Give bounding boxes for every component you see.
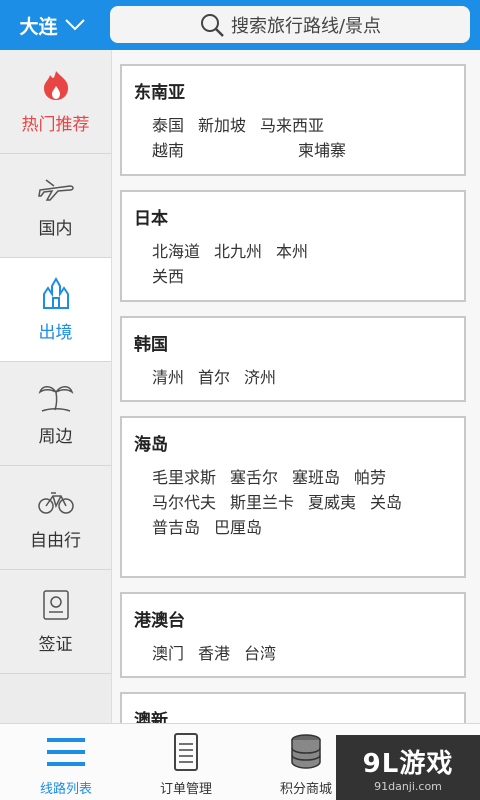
- watermark-site: 91danji.com: [374, 779, 442, 793]
- place-link[interactable]: 越南: [152, 140, 184, 161]
- top-bar: 大连 搜索旅行路线/景点: [0, 0, 480, 50]
- place-link[interactable]: 帕劳: [354, 467, 386, 488]
- place-link[interactable]: 关西: [152, 266, 184, 287]
- city-name: 大连: [19, 15, 58, 38]
- tab-route-list[interactable]: 线路列表: [6, 732, 126, 797]
- search-bar[interactable]: 搜索旅行路线/景点: [110, 6, 470, 43]
- place-list: 毛里求斯 塞舌尔 塞班岛 帕劳 马尔代夫 斯里兰卡 夏威夷 关岛 普吉岛 巴厘岛: [134, 467, 434, 538]
- place-list: 澳门 香港 台湾: [134, 643, 434, 664]
- section-card[interactable]: 日本 北海道 北九州 本州 关西: [120, 190, 466, 302]
- sidebar-filler: [0, 674, 111, 723]
- place-list: 泰国 新加坡 马来西亚 越南 柬埔寨: [134, 115, 434, 161]
- order-icon: [174, 733, 198, 771]
- sidebar-item-outbound[interactable]: 出境: [0, 258, 111, 362]
- place-list: 清州 首尔 济州: [134, 367, 434, 388]
- sidebar-item-label: 签证: [38, 635, 73, 655]
- bicycle-icon: [37, 492, 74, 514]
- place-link[interactable]: 巴厘岛: [214, 517, 262, 538]
- tab-label: 积分商城: [279, 782, 332, 797]
- coins-icon: [291, 734, 321, 769]
- sidebar-item-hot[interactable]: 热门推荐: [0, 50, 111, 154]
- sidebar-item-label: 自由行: [30, 531, 81, 551]
- category-sidebar: 热门推荐 国内 出境 周边 自由行 签证: [0, 50, 112, 723]
- place-list: 北海道 北九州 本州 关西: [134, 241, 434, 287]
- section-card[interactable]: 澳新: [120, 692, 466, 723]
- place-link[interactable]: 斯里兰卡: [230, 492, 294, 513]
- section-card[interactable]: 港澳台 澳门 香港 台湾: [120, 592, 466, 678]
- place-link[interactable]: 首尔: [198, 367, 230, 388]
- place-link[interactable]: 香港: [198, 643, 230, 664]
- place-link[interactable]: 本州: [276, 241, 308, 262]
- tab-label: 线路列表: [39, 782, 92, 797]
- sidebar-item-label: 出境: [38, 323, 73, 343]
- sidebar-item-label: 周边: [38, 427, 73, 447]
- section-title: 东南亚: [134, 83, 185, 103]
- list-icon: [47, 738, 85, 766]
- place-link[interactable]: 台湾: [244, 643, 276, 664]
- section-card[interactable]: 韩国 清州 首尔 济州: [120, 316, 466, 402]
- palm-tree-icon: [38, 386, 73, 412]
- city-selector[interactable]: 大连: [0, 0, 105, 50]
- search-placeholder: 搜索旅行路线/景点: [230, 15, 382, 37]
- place-link[interactable]: 清州: [152, 367, 184, 388]
- place-link[interactable]: 马尔代夫: [152, 492, 216, 513]
- place-link[interactable]: 济州: [244, 367, 276, 388]
- airplane-icon: [37, 179, 74, 201]
- search-icon: [200, 13, 224, 37]
- watermark-title: 9L游戏: [362, 748, 454, 779]
- place-link[interactable]: 毛里求斯: [152, 467, 216, 488]
- destination-list: 东南亚 泰国 新加坡 马来西亚 越南 柬埔寨 日本 北海道 北九州 本州 关西 …: [112, 50, 480, 723]
- place-link[interactable]: 普吉岛: [152, 517, 200, 538]
- section-title: 海岛: [134, 435, 168, 455]
- tab-label: 订单管理: [159, 782, 212, 797]
- sidebar-item-label: 热门推荐: [21, 115, 90, 135]
- passport-icon: [42, 590, 69, 620]
- place-link[interactable]: 柬埔寨: [298, 140, 346, 161]
- place-link[interactable]: 新加坡: [198, 115, 246, 136]
- place-link[interactable]: 塞班岛: [292, 467, 340, 488]
- sidebar-item-label: 国内: [38, 219, 73, 239]
- tab-orders[interactable]: 订单管理: [126, 732, 246, 797]
- section-card[interactable]: 东南亚 泰国 新加坡 马来西亚 越南 柬埔寨: [120, 64, 466, 176]
- section-card[interactable]: 海岛 毛里求斯 塞舌尔 塞班岛 帕劳 马尔代夫 斯里兰卡 夏威夷 关岛 普吉岛 …: [120, 416, 466, 578]
- sidebar-item-visa[interactable]: 签证: [0, 570, 111, 674]
- section-title: 港澳台: [134, 611, 185, 631]
- sidebar-item-free-travel[interactable]: 自由行: [0, 466, 111, 570]
- place-link[interactable]: 北海道: [152, 241, 200, 262]
- place-link[interactable]: 马来西亚: [260, 115, 324, 136]
- place-link[interactable]: 夏威夷: [308, 492, 356, 513]
- flame-icon: [43, 71, 68, 100]
- place-link[interactable]: 塞舌尔: [230, 467, 278, 488]
- castle-icon: [42, 276, 69, 309]
- section-title: 澳新: [134, 711, 168, 723]
- section-title: 韩国: [134, 335, 168, 355]
- chevron-down-icon: [64, 19, 85, 31]
- place-link[interactable]: 关岛: [370, 492, 402, 513]
- sidebar-item-domestic[interactable]: 国内: [0, 154, 111, 258]
- watermark-logo: 9L游戏 91danji.com: [336, 735, 480, 800]
- place-link[interactable]: 泰国: [152, 115, 184, 136]
- place-link[interactable]: 澳门: [152, 643, 184, 664]
- section-title: 日本: [134, 209, 168, 229]
- place-link[interactable]: 北九州: [214, 241, 262, 262]
- sidebar-item-nearby[interactable]: 周边: [0, 362, 111, 466]
